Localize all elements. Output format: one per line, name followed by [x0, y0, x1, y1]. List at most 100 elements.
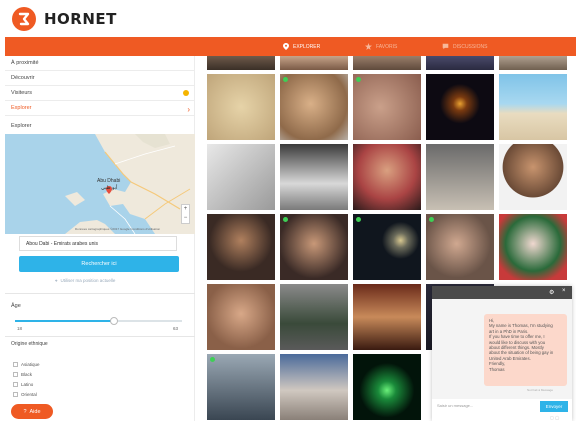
profile-photo[interactable] — [280, 56, 348, 70]
profile-photo[interactable] — [499, 74, 567, 140]
use-position-label: Utiliser ma position actuelle — [60, 278, 116, 283]
sidebar-item-discover[interactable]: Découvrir — [5, 71, 195, 86]
online-indicator — [356, 77, 361, 82]
online-indicator — [210, 357, 215, 362]
nav-favoris[interactable]: FAVORIS — [365, 37, 397, 56]
profile-photo[interactable] — [207, 214, 275, 280]
age-slider[interactable] — [15, 317, 182, 325]
message-line: Thomas — [489, 366, 505, 372]
online-indicator — [356, 217, 361, 222]
profile-photo[interactable] — [353, 214, 421, 280]
zoom-in-icon[interactable]: + — [182, 205, 189, 214]
profile-photo[interactable] — [207, 74, 275, 140]
profile-photo[interactable] — [499, 144, 567, 210]
map-zoom-control[interactable]: + − — [181, 204, 190, 224]
divider — [5, 293, 195, 294]
brand-name[interactable]: HORNET — [44, 10, 117, 28]
profile-photo[interactable] — [280, 144, 348, 210]
message-bubble: Hi, My name is Thomas, I'm studying art … — [484, 314, 567, 386]
profile-photo[interactable] — [426, 144, 494, 210]
sidebar-item-visitors[interactable]: Visiteurs — [5, 86, 195, 101]
profile-photo[interactable] — [426, 214, 494, 280]
online-indicator — [429, 217, 434, 222]
chat-icon — [442, 43, 449, 50]
location-pin-icon — [283, 43, 289, 50]
profile-photo[interactable] — [353, 354, 421, 420]
hornet-logo-icon[interactable] — [12, 7, 36, 31]
checkbox[interactable] — [13, 362, 18, 367]
age-slider-fill — [15, 320, 112, 322]
sidebar-item-label: Explorer — [11, 105, 32, 111]
nav-favoris-label: FAVORIS — [376, 43, 398, 50]
location-input[interactable] — [19, 236, 177, 251]
profile-photo[interactable] — [353, 74, 421, 140]
age-min-value: 18 — [17, 326, 23, 331]
divider — [5, 336, 195, 337]
filter-sidebar: À proximité Découvrir Visiteurs Explorer… — [5, 56, 195, 421]
gear-icon[interactable]: ⚙ — [549, 289, 554, 296]
nav-discussions[interactable]: DISCUSSIONS — [442, 37, 487, 56]
profile-photo[interactable] — [207, 354, 275, 420]
message-input[interactable]: Saisir un message... — [437, 403, 473, 408]
main-nav: EXPLORER FAVORIS DISCUSSIONS — [5, 37, 576, 56]
profile-photo[interactable] — [207, 284, 275, 350]
ethnic-option[interactable]: Oriental — [13, 392, 37, 397]
ethnic-option-label: Asiatique — [21, 362, 40, 367]
star-icon — [365, 43, 372, 50]
sidebar-item-nearby[interactable]: À proximité — [5, 56, 195, 71]
ethnic-option[interactable]: Latino — [13, 382, 33, 387]
profile-photo[interactable] — [280, 214, 348, 280]
profile-photo[interactable] — [426, 56, 494, 70]
checkbox[interactable] — [13, 382, 18, 387]
send-button[interactable]: Envoyer — [540, 401, 568, 412]
profile-photo[interactable] — [499, 214, 567, 280]
profile-photo[interactable] — [353, 284, 421, 350]
profile-photo[interactable] — [280, 354, 348, 420]
profile-photo[interactable] — [207, 144, 275, 210]
age-filter-title: Âge — [11, 303, 21, 309]
ethnic-option[interactable]: Asiatique — [13, 362, 40, 367]
attachment-icons[interactable]: ▢ ◯ — [550, 415, 559, 420]
profile-photo[interactable] — [499, 56, 567, 70]
help-icon: ? — [23, 408, 27, 415]
map-city-label: Abu Dhabi — [97, 178, 121, 184]
sidebar-item-label: À proximité — [11, 60, 39, 66]
help-button-label: Aide — [29, 408, 41, 415]
profile-photo[interactable] — [280, 284, 348, 350]
ethnic-option-label: Latino — [21, 382, 34, 387]
profile-photo[interactable] — [353, 144, 421, 210]
sidebar-item-explorer[interactable]: Explorer › — [5, 101, 195, 116]
ethnic-filter-title: Origine ethnique — [11, 341, 48, 347]
online-indicator — [283, 77, 288, 82]
chat-window: ⚙ × Hi, My name is Thomas, I'm studying … — [432, 286, 572, 421]
profile-photo[interactable] — [207, 56, 275, 70]
nav-discussions-label: DISCUSSIONS — [453, 43, 488, 50]
search-here-button[interactable]: Rechercher ici — [19, 256, 179, 272]
close-icon[interactable]: × — [562, 288, 566, 294]
checkbox[interactable] — [13, 372, 18, 377]
age-slider-handle[interactable] — [110, 317, 118, 325]
sidebar-item-label: Découvrir — [11, 75, 35, 81]
chevron-right-icon: › — [187, 105, 190, 114]
profile-photo[interactable] — [426, 74, 494, 140]
use-position-link[interactable]: ⌖ Utiliser ma position actuelle — [55, 278, 115, 283]
nav-explorer[interactable]: EXPLORER — [283, 37, 320, 56]
crosshair-icon: ⌖ — [55, 278, 58, 283]
profile-photo[interactable] — [280, 74, 348, 140]
zoom-out-icon[interactable]: − — [182, 214, 189, 223]
location-map[interactable]: Abu Dhabi أبو ظبي + − Données cartographi… — [5, 134, 195, 234]
profile-photo[interactable] — [353, 56, 421, 70]
age-max-value: 63 — [173, 326, 179, 331]
map-city-label-arabic: أبو ظبي — [101, 185, 118, 191]
ethnic-option[interactable]: Black — [13, 372, 32, 377]
help-button[interactable]: ? Aide — [11, 404, 53, 419]
explorer-section-title: Explorer — [11, 123, 32, 129]
sidebar-item-label: Visiteurs — [11, 90, 32, 96]
notification-dot — [183, 90, 189, 96]
ethnic-option-label: Oriental — [21, 392, 37, 397]
checkbox[interactable] — [13, 392, 18, 397]
online-indicator — [283, 217, 288, 222]
map-attribution: Données cartographiques ©2017 Google Con… — [75, 227, 161, 231]
chat-messages: Hi, My name is Thomas, I'm studying art … — [432, 299, 572, 399]
nav-explorer-label: EXPLORER — [293, 43, 321, 50]
